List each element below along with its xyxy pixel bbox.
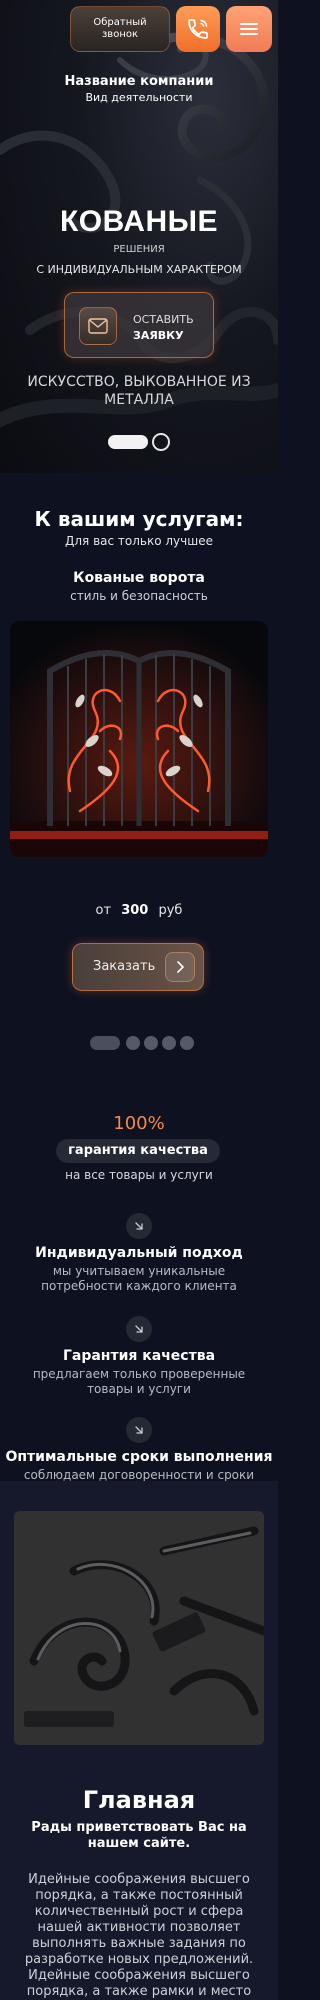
slider-dot-active[interactable] [108, 435, 148, 449]
menu-button[interactable] [226, 6, 272, 52]
order-button-label: Заказать [93, 959, 156, 974]
slider-dot[interactable] [126, 1036, 140, 1050]
company-info: Название компании Вид деятельности [0, 74, 278, 104]
leave-request-button[interactable]: ОСТАВИТЬ ЗАЯВКУ [64, 292, 214, 358]
order-button[interactable]: Заказать [72, 943, 204, 991]
hero-subtitle-2: С ИНДИВИДУАЛЬНЫМ ХАРАКТЕРОМ [36, 263, 242, 276]
product-slider-dots [90, 1036, 194, 1050]
company-activity: Вид деятельности [85, 91, 193, 104]
advantage-text: мы учитываем уникальные потребности кажд… [41, 1264, 237, 1293]
slider-dot[interactable] [180, 1036, 194, 1050]
advantage-title: Индивидуальный подход [35, 1245, 243, 1261]
phone-button[interactable] [176, 6, 220, 52]
leave-request-label-2: ЗАЯВКУ [133, 329, 184, 342]
hero-slogan: ИСКУССТВО, ВЫКОВАННОЕ ИЗ МЕТАЛЛА [27, 374, 251, 408]
advantage-item: Индивидуальный подход мы учитываем уника… [0, 1213, 278, 1294]
chevron-right-icon [165, 952, 195, 982]
quality-percent: 100% [113, 1113, 165, 1134]
slider-dot-active[interactable] [90, 1036, 120, 1050]
callback-button[interactable]: Обратный звонок [70, 6, 170, 52]
product-subtitle: стиль и безопасность [70, 589, 208, 603]
advantage-item: Оптимальные сроки выполнения соблюдаем д… [0, 1417, 278, 1483]
product-price: от 300 руб [0, 903, 278, 918]
home-section: Главная Рады приветствовать Вас на нашем… [0, 1481, 278, 2000]
arrow-down-right-icon [126, 1316, 152, 1342]
forged-gates-image [10, 621, 268, 857]
top-bar: Обратный звонок [0, 6, 278, 54]
price-currency: руб [158, 903, 183, 918]
price-value: 300 [121, 903, 149, 918]
services-subtitle: Для вас только лучшее [64, 534, 213, 548]
advantage-text: предлагаем только проверенные товары и у… [32, 1367, 246, 1396]
home-subtitle: Рады приветствовать Вас на нашем сайте. [31, 1820, 247, 1851]
advantage-title: Оптимальные сроки выполнения [5, 1449, 273, 1465]
hero-title: КОВАНЫЕ [59, 205, 219, 238]
price-from: от [95, 903, 112, 918]
slider-dot[interactable] [152, 433, 170, 451]
arrow-down-right-icon [126, 1417, 152, 1443]
advantages-section: 100% гарантия качества на все товары и у… [0, 1083, 278, 1483]
slider-dot[interactable] [144, 1036, 158, 1050]
hamburger-menu-icon [240, 23, 258, 35]
slider-dot[interactable] [162, 1036, 176, 1050]
callback-label-line-1: Обратный [93, 17, 147, 28]
envelope-icon [79, 307, 117, 345]
company-name: Название компании [64, 74, 214, 89]
advantage-item: Гарантия качества предлагаем только пров… [0, 1316, 278, 1397]
product-title: Кованые ворота [73, 570, 205, 586]
callback-label-line-2: звонок [101, 29, 139, 40]
advantage-title: Гарантия качества [62, 1348, 216, 1364]
quality-badge-subtitle: на все товары и услуги [65, 1168, 213, 1182]
arrow-down-right-icon [126, 1213, 152, 1239]
hero-subtitle-1: РЕШЕНИЯ [113, 244, 165, 255]
home-text: Идейные соображения высшего порядка, а т… [24, 1872, 254, 1999]
phone-icon [188, 19, 208, 39]
hero-section: Обратный звонок Название компании Вид де… [0, 0, 278, 473]
services-title: К вашим услугам: [34, 507, 244, 531]
services-section: К вашим услугам: Для вас только лучшее К… [0, 473, 278, 1083]
home-title: Главная [82, 1786, 196, 1814]
leave-request-label-1: ОСТАВИТЬ [133, 313, 194, 326]
forge-workshop-image [14, 1511, 264, 1745]
quality-badge: гарантия качества [56, 1139, 220, 1163]
